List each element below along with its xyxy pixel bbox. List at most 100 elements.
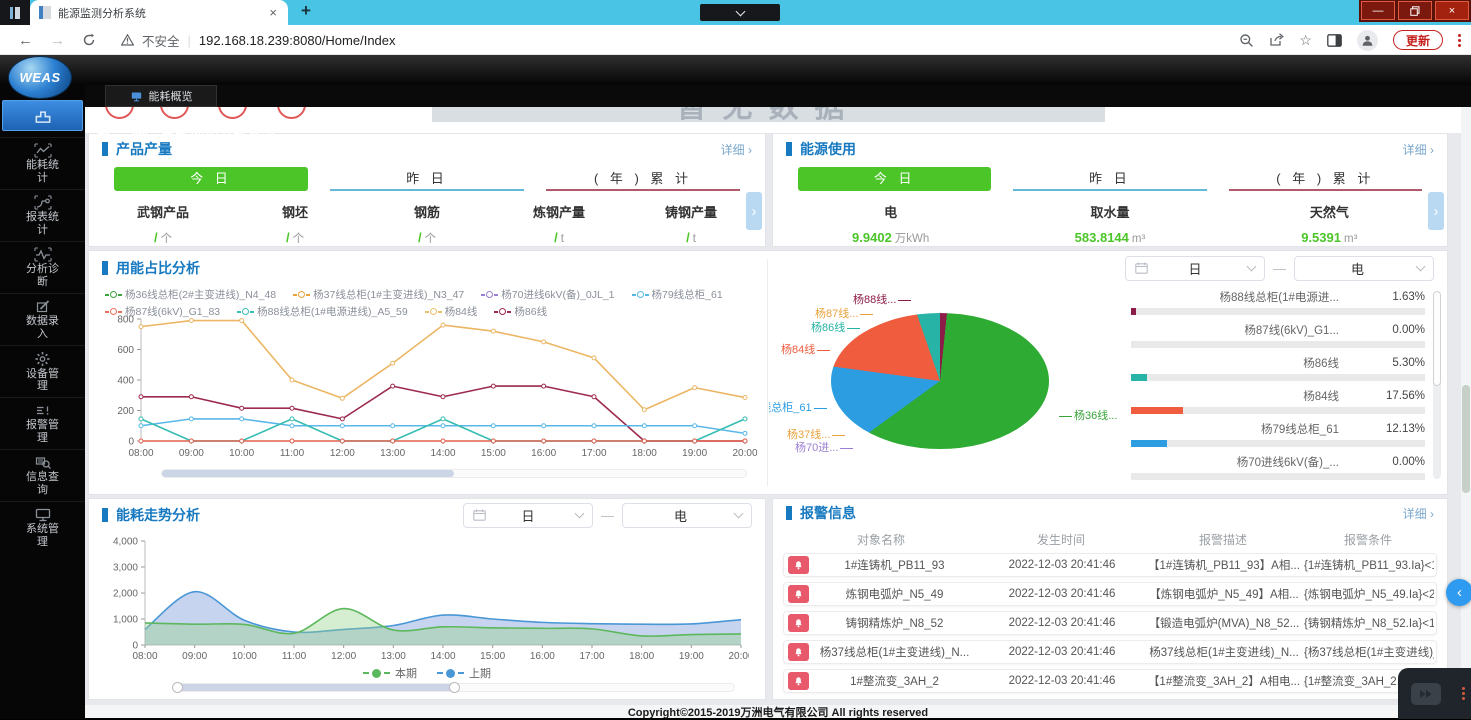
- stat-item: 电9.9402万kWh: [781, 202, 1000, 246]
- side-panel-icon[interactable]: [1327, 34, 1342, 47]
- tab-today[interactable]: 今 日: [114, 167, 308, 191]
- svg-text:14:00: 14:00: [430, 651, 455, 662]
- main-scrollbar[interactable]: [1461, 107, 1471, 705]
- alarm-row[interactable]: 杨37线总柜(1#主变进线)_N...2022-12-03 20:41:46杨3…: [783, 640, 1437, 664]
- gear-icon: [34, 351, 51, 367]
- svg-text:0: 0: [132, 641, 138, 652]
- detail-link[interactable]: 详细 ›: [1403, 141, 1434, 158]
- app-title-main: 能 源: [96, 115, 154, 142]
- new-tab-button[interactable]: +: [301, 1, 311, 21]
- reload-icon[interactable]: [82, 33, 96, 47]
- browser-update-button[interactable]: 更新: [1393, 30, 1443, 50]
- zoom-handle-left[interactable]: [172, 682, 183, 693]
- browser-menu-icon[interactable]: [1458, 34, 1461, 47]
- ranking-scrollbar[interactable]: [1433, 291, 1441, 479]
- forward-icon[interactable]: →: [50, 32, 65, 49]
- pip-menu-icon[interactable]: [1462, 687, 1465, 700]
- legend-item[interactable]: 杨37线总柜(1#主变进线)_N3_47: [293, 287, 464, 302]
- gauge-ring: [277, 107, 306, 119]
- detail-link[interactable]: 详细 ›: [1403, 505, 1434, 522]
- url-text: 192.168.18.239:8080/Home/Index: [199, 33, 396, 48]
- tab-year-total[interactable]: ( 年 ) 累 计: [546, 167, 740, 191]
- tab-close-icon[interactable]: ×: [267, 5, 279, 20]
- alarm-row[interactable]: 铸钢精炼炉_N8_522022-12-03 20:41:46【锻造电弧炉(MVA…: [783, 611, 1437, 635]
- svg-text:200: 200: [117, 406, 134, 417]
- tab-year-total[interactable]: ( 年 ) 累 计: [1229, 167, 1422, 191]
- scrolled-content-remnant: 暂无数据: [85, 107, 1471, 133]
- sidebar-item-analysis-diagnosis[interactable]: 分析诊断: [0, 241, 85, 293]
- tab-label: 能耗概览: [149, 88, 193, 104]
- svg-text:10:00: 10:00: [229, 448, 254, 459]
- calendar-icon: [473, 509, 486, 521]
- tab-yesterday[interactable]: 昨 日: [1013, 167, 1206, 191]
- pulse-chart-icon: [34, 247, 52, 262]
- sidebar-item-report-stats[interactable]: 报表统计: [0, 189, 85, 241]
- panel-marker: [102, 261, 108, 275]
- energy-type-select[interactable]: 电: [622, 503, 752, 528]
- window-maximize-button[interactable]: [1398, 1, 1432, 20]
- scrollbar-thumb[interactable]: [1433, 291, 1441, 386]
- sidebar-item-overview[interactable]: [2, 100, 83, 131]
- tab-yesterday[interactable]: 昨 日: [330, 167, 524, 191]
- zoom-handle-right[interactable]: [449, 682, 460, 693]
- share-icon[interactable]: [1269, 33, 1284, 47]
- svg-text:400: 400: [117, 376, 134, 387]
- sidebar-item-label: 设备管理: [26, 368, 59, 393]
- back-icon[interactable]: ←: [18, 32, 33, 49]
- svg-text:20:00: 20:00: [732, 448, 757, 459]
- panel-title: 能源使用: [800, 139, 856, 159]
- alarm-row[interactable]: 1#整流变_3AH_22022-12-03 20:41:46【1#整流变_3AH…: [783, 669, 1437, 693]
- sidebar-item-alarm-management[interactable]: 报警管理: [0, 397, 85, 449]
- chevron-down-icon: [1247, 262, 1257, 272]
- bookmark-star-icon[interactable]: ☆: [1299, 32, 1312, 49]
- period-select[interactable]: 日: [463, 503, 593, 528]
- sidebar-item-system-management[interactable]: 系统管理: [0, 501, 85, 553]
- browser-address-bar: ← → 不安全 | 192.168.18.239:8080/Home/Index…: [0, 25, 1471, 55]
- window-controls: — ×: [1359, 0, 1471, 22]
- panel-marker: [102, 508, 108, 522]
- alarm-bell-icon: [788, 672, 809, 690]
- legend-item-current[interactable]: 本期: [363, 665, 417, 681]
- sidebar-item-energy-stats[interactable]: 能耗统计: [0, 137, 85, 189]
- ranking-row: 杨87线(6kV)_G1...0.00%: [1131, 322, 1425, 355]
- data-zoom-slider[interactable]: [175, 683, 735, 692]
- carousel-next-button[interactable]: ›: [1428, 192, 1444, 230]
- sidebar-item-info-query[interactable]: 信息查询: [0, 449, 85, 501]
- product-stats: 武钢产品/个 钢坯/个 钢筋/个 炼钢产量/t 铸钢产量/t: [89, 202, 765, 246]
- search-icon[interactable]: [1239, 33, 1254, 48]
- svg-text:20:00: 20:00: [728, 651, 749, 662]
- energy-type-select[interactable]: 电: [1294, 256, 1434, 281]
- detail-link[interactable]: 详细 ›: [721, 141, 752, 158]
- url-field[interactable]: 不安全 | 192.168.18.239:8080/Home/Index: [121, 31, 396, 50]
- carousel-next-button[interactable]: ›: [746, 192, 762, 230]
- window-minimize-button[interactable]: —: [1361, 1, 1395, 20]
- consumption-trend-area-chart: 01,0002,0003,0004,00008:0009:0010:0011:0…: [97, 535, 749, 663]
- alarm-row[interactable]: 1#连铸机_PB11_932022-12-03 20:41:46【1#连铸机_P…: [783, 553, 1437, 577]
- tab-title: 能源监测分析系统: [58, 5, 267, 21]
- sidebar-item-label: 能耗统计: [26, 159, 59, 184]
- pie-label: 杨70进...: [795, 439, 855, 455]
- alert-list-icon: [34, 403, 52, 418]
- legend-item[interactable]: 杨79线总柜_61: [632, 287, 723, 302]
- sidebar-item-device-management[interactable]: 设备管理: [0, 345, 85, 397]
- tab-today[interactable]: 今 日: [798, 167, 991, 191]
- browser-profile-avatar[interactable]: [1357, 30, 1378, 51]
- svg-text:2,000: 2,000: [113, 589, 138, 600]
- legend-item[interactable]: 杨70进线6kV(备)_0JL_1: [481, 287, 614, 302]
- window-close-button[interactable]: ×: [1435, 1, 1469, 20]
- collapse-panel-button[interactable]: ‹: [1446, 579, 1471, 606]
- legend-item[interactable]: 杨36线总柜(2#主变进线)_N4_48: [105, 287, 276, 302]
- tab-energy-overview[interactable]: 能耗概览: [105, 85, 217, 107]
- sidebar-item-data-entry[interactable]: 数据录入: [0, 293, 85, 345]
- panel-energy-usage: 能源使用 详细 › 今 日 昨 日 ( 年 ) 累 计 电9.9402万kWh …: [772, 133, 1448, 247]
- alarm-row[interactable]: 炼钢电弧炉_N5_492022-12-03 20:41:46【炼钢电弧炉_N5_…: [783, 582, 1437, 606]
- legend-item-previous[interactable]: 上期: [437, 665, 491, 681]
- period-select[interactable]: 日: [1125, 256, 1265, 281]
- data-zoom-slider[interactable]: [161, 469, 747, 478]
- tab-search-dropdown[interactable]: [700, 4, 780, 21]
- pip-media-button[interactable]: [1411, 683, 1441, 705]
- svg-text:1,000: 1,000: [113, 615, 138, 626]
- tab-favicon-icon: [39, 6, 51, 19]
- browser-tab[interactable]: 能源监测分析系统 ×: [30, 0, 288, 25]
- scrollbar-thumb[interactable]: [1462, 385, 1470, 493]
